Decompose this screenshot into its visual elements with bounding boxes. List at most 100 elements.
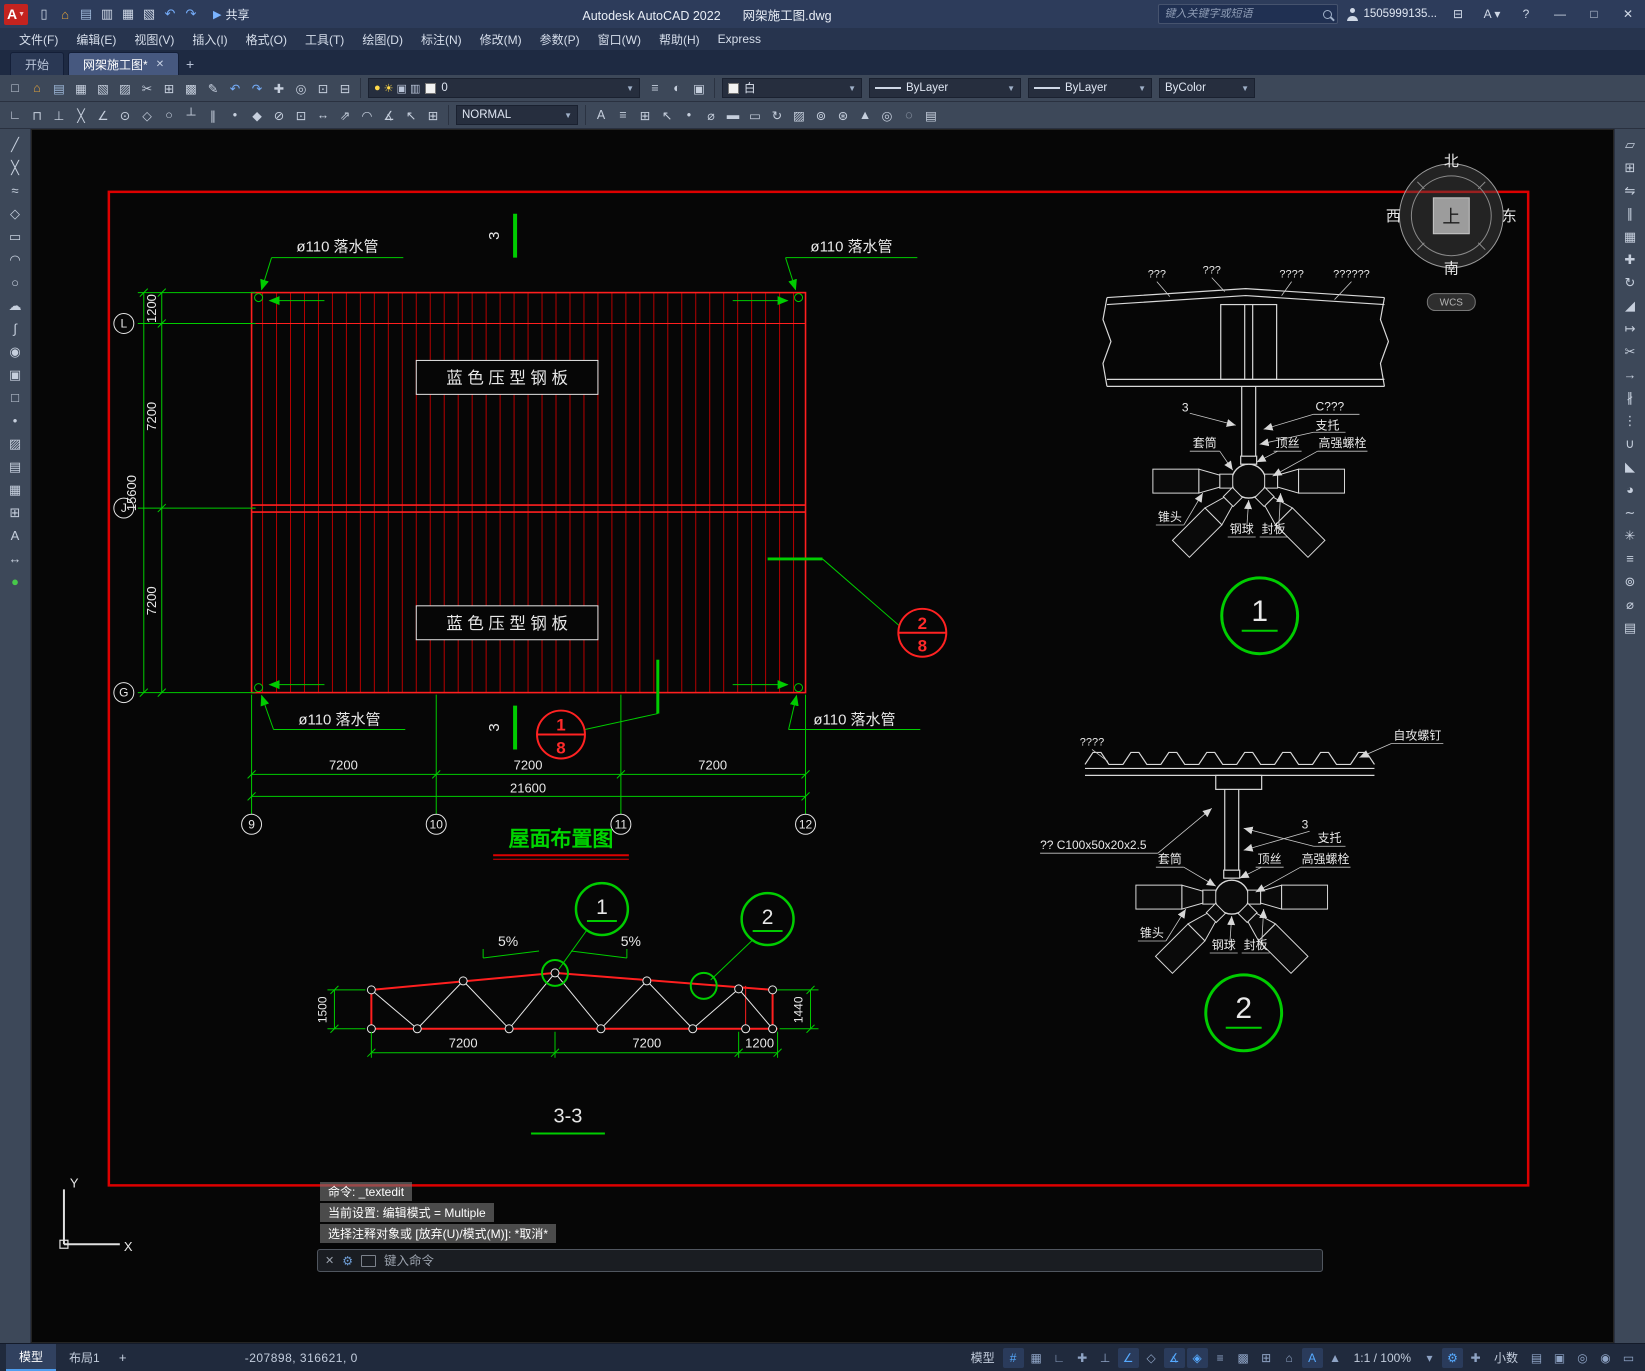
view-compass[interactable]: 上 北 南 西 东 WCS [1386,153,1517,312]
polygon-tool-icon[interactable]: ◇ [3,203,27,224]
draw-order-icon[interactable]: ▲ [854,104,876,126]
help-button[interactable]: ? [1513,2,1539,26]
snap-intersection-icon[interactable]: ╳ [70,104,92,126]
dim-aligned-icon[interactable]: ⇗ [334,104,356,126]
layer-dropdown[interactable]: ● ☀ ▣ ▥ 0 ▼ [368,78,640,98]
layer-previous-icon[interactable]: ◐ [666,77,688,99]
menu-express[interactable]: Express [709,30,770,48]
grid-display-icon[interactable]: # [1002,1347,1024,1368]
new-icon[interactable]: □ [4,77,26,99]
drawing-limits-icon[interactable]: ▭ [744,104,766,126]
zoom-realtime-icon[interactable]: ◎ [290,77,312,99]
graphics-performance-icon[interactable]: ◉ [1595,1348,1616,1368]
selection-cycling-icon[interactable]: ⊞ [1256,1348,1277,1368]
object-snap-tracking-icon[interactable]: ∡ [1163,1347,1185,1368]
command-line[interactable]: ✕ ⚙ [317,1249,1323,1272]
menu-edit[interactable]: 编辑(E) [67,29,125,50]
dynamic-input-icon[interactable]: ✚ [1072,1348,1093,1368]
dimension-tool-icon[interactable]: ↔ [3,548,27,569]
linetype-dropdown[interactable]: ByLayer ▼ [869,78,1021,98]
zoom-previous-icon[interactable]: ⊟ [334,77,356,99]
ortho-mode-icon[interactable]: ⊥ [1095,1348,1116,1368]
rotate-tool-icon[interactable]: ↻ [1618,272,1642,293]
scale-tool-icon[interactable]: ◢ [1618,295,1642,316]
point-tool-icon[interactable]: • [3,410,27,431]
point-style-icon[interactable]: • [678,104,700,126]
preview-icon[interactable]: ▧ [139,4,159,24]
stretch-tool-icon[interactable]: ↦ [1618,318,1642,339]
ellipse-tool-icon[interactable]: ◉ [3,341,27,362]
annotation-style-dropdown[interactable]: NORMAL ▼ [456,105,578,125]
gradient-tool-icon[interactable]: ▤ [3,456,27,477]
isolate-icon[interactable]: ◎ [876,104,898,126]
snap-center-icon[interactable]: ⊙ [114,104,136,126]
text-style-icon[interactable]: A [590,104,612,126]
cut-icon[interactable]: ✂ [136,77,158,99]
table-style-icon[interactable]: ⊞ [634,104,656,126]
menu-window[interactable]: 窗口(W) [589,29,650,50]
command-close-icon[interactable]: ✕ [325,1254,334,1267]
snap-from-icon[interactable]: ∟ [4,104,26,126]
drawing-canvas[interactable]: 蓝 色 压 型 钢 板 蓝 色 压 型 钢 板 1200 7200 15600 … [31,129,1614,1343]
rectangle-tool-icon[interactable]: ▭ [3,226,27,247]
extend-tool-icon[interactable]: → [1618,364,1642,385]
lineweight-display-icon[interactable]: ≡ [1210,1348,1231,1368]
snap-tangent-icon[interactable]: ○ [158,104,180,126]
transparency-icon[interactable]: ▩ [1233,1348,1254,1368]
snap-endpoint-icon[interactable]: ⊓ [26,104,48,126]
pan-icon[interactable]: ✚ [268,77,290,99]
ungroup-icon[interactable]: ⊛ [832,104,854,126]
snap-parallel-icon[interactable]: ∥ [202,104,224,126]
arc-tool-icon[interactable]: ◠ [3,249,27,270]
color-dot-icon[interactable]: ● [3,571,27,592]
command-customize-icon[interactable]: ⚙ [342,1254,353,1268]
undo-icon[interactable]: ↶ [160,4,180,24]
insert-block-tool-icon[interactable]: ▣ [3,364,27,385]
clean-screen-icon[interactable]: ▭ [1618,1348,1639,1368]
trim-tool-icon[interactable]: ✂ [1618,341,1642,362]
isolate-objects-icon[interactable]: ◎ [1572,1348,1593,1368]
snap-none-icon[interactable]: ⊘ [268,104,290,126]
autoscale-icon[interactable]: ▲ [1325,1348,1346,1368]
plot-preview-icon[interactable]: ▧ [92,77,114,99]
units-icon[interactable]: ⌀ [700,104,722,126]
new-tab-button[interactable]: + [179,52,201,75]
tab-start[interactable]: 开始 [10,52,65,75]
erase-tool-icon[interactable]: ▱ [1618,134,1642,155]
explode-tool-icon[interactable]: ✳ [1618,525,1642,546]
lock-ui-icon[interactable]: ▣ [1549,1348,1570,1368]
menu-dimension[interactable]: 标注(N) [412,29,471,50]
measure-tool-icon[interactable]: ⌀ [1618,594,1642,615]
menu-view[interactable]: 视图(V) [125,29,183,50]
autocad-logo-button[interactable]: A ▼ [4,3,28,25]
fillet-tool-icon[interactable]: ◕ [1618,479,1642,500]
quick-properties-icon[interactable]: ▤ [1526,1348,1547,1368]
construction-line-tool-icon[interactable]: ╳ [3,157,27,178]
create-block-tool-icon[interactable]: □ [3,387,27,408]
properties-tool-icon[interactable]: ▤ [1618,617,1642,638]
tab-close-icon[interactable]: ✕ [156,59,164,70]
fill-mode-icon[interactable]: ▨ [788,104,810,126]
snap-perpendicular-icon[interactable]: ┴ [180,104,202,126]
autodesk-account-button[interactable]: A ▾ [1479,2,1505,26]
save-icon[interactable]: ▤ [76,4,96,24]
break-tool-icon[interactable]: ∦ [1618,387,1642,408]
copy-icon[interactable]: ⊞ [158,77,180,99]
layer-states-icon[interactable]: ▣ [688,77,710,99]
save-all-icon[interactable]: ▥ [97,4,117,24]
thickness-icon[interactable]: ▬ [722,104,744,126]
annotation-scale-menu-icon[interactable]: ▾ [1419,1348,1440,1368]
paste-icon[interactable]: ▩ [180,77,202,99]
infer-constraints-icon[interactable]: ∟ [1049,1348,1070,1368]
layer-properties-icon[interactable]: ≡ [644,77,666,99]
snap-quadrant-icon[interactable]: ◇ [136,104,158,126]
redo-icon[interactable]: ↷ [246,77,268,99]
open-file-icon[interactable]: ⌂ [55,4,75,24]
line-tool-icon[interactable]: ╱ [3,134,27,155]
snap-node-icon[interactable]: • [224,104,246,126]
units-label[interactable]: 小数 [1488,1348,1524,1368]
model-space-toggle[interactable]: 模型 [965,1348,1001,1368]
group-icon[interactable]: ⊚ [810,104,832,126]
chamfer-tool-icon[interactable]: ◣ [1618,456,1642,477]
new-layout-button[interactable]: + [113,1350,133,1365]
